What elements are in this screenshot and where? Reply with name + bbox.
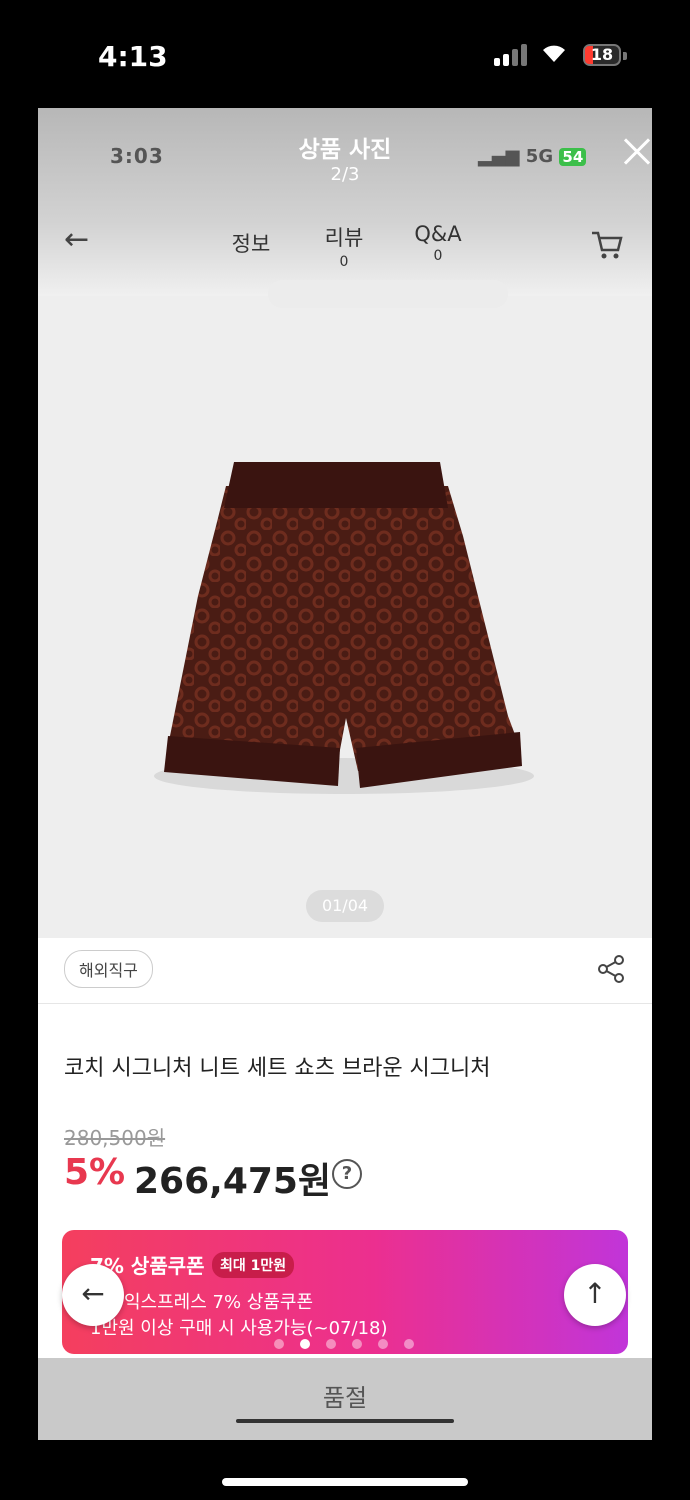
tab-reviews[interactable]: 리뷰 0	[304, 222, 384, 270]
image-page-indicator: 01/04	[306, 890, 384, 922]
carousel-dot[interactable]	[404, 1339, 414, 1349]
photo-viewer-title: 상품 사진	[298, 137, 392, 163]
app-screen: 3:03 ▂▄▆ 5G 54 상품 사진 2/3 ← 정보 리뷰 0 Q&A 0…	[38, 108, 652, 1440]
divider	[38, 1003, 652, 1004]
home-indicator	[222, 1478, 468, 1486]
tab-info[interactable]: 정보	[211, 228, 291, 258]
cellular-signal-icon	[494, 44, 528, 66]
tab-count: 0	[339, 254, 349, 270]
scroll-top-button[interactable]: ↑	[564, 1264, 626, 1326]
price-help-icon[interactable]: ?	[332, 1159, 362, 1189]
previous-arrow-button[interactable]: ←	[62, 1264, 124, 1326]
tab-label: Q&A	[414, 222, 462, 246]
wifi-icon	[540, 40, 568, 70]
search-bar-ghost	[268, 280, 508, 308]
tab-label: 정보	[231, 232, 271, 256]
product-title: 코치 시그니처 니트 세트 쇼츠 브라운 시그니처	[64, 1056, 491, 1081]
tab-qna[interactable]: Q&A 0	[398, 222, 478, 264]
discount-rate: 5%	[64, 1152, 126, 1193]
carousel-dot[interactable]	[274, 1339, 284, 1349]
soldout-button[interactable]: 품절	[38, 1358, 652, 1440]
coupon-description: 익스프레스 7% 상품쿠폰	[124, 1292, 314, 1313]
share-icon[interactable]	[596, 954, 626, 984]
tab-count: 0	[433, 248, 443, 264]
status-time: 4:13	[98, 40, 168, 73]
inner-home-indicator	[236, 1419, 454, 1423]
close-icon[interactable]	[622, 136, 652, 166]
knit-shorts-image	[154, 462, 534, 794]
overseas-tag-badge: 해외직구	[64, 950, 153, 988]
battery-level: 18	[590, 45, 614, 64]
photo-viewer-header: 3:03 ▂▄▆ 5G 54 상품 사진 2/3 ← 정보 리뷰 0 Q&A 0	[38, 108, 652, 308]
carousel-dot[interactable]	[352, 1339, 362, 1349]
cart-icon[interactable]	[590, 228, 624, 262]
tab-label: 리뷰	[324, 226, 364, 250]
coupon-carousel-dots	[274, 1334, 430, 1353]
carousel-dot[interactable]	[300, 1339, 310, 1349]
carousel-dot[interactable]	[378, 1339, 388, 1349]
original-price: 280,500원	[64, 1126, 166, 1150]
product-image-area[interactable]	[38, 296, 652, 938]
back-arrow-icon[interactable]: ←	[64, 222, 89, 257]
battery-icon: 18	[583, 44, 621, 66]
battery-cap	[623, 52, 627, 60]
sale-price: 266,475원	[134, 1161, 332, 1202]
photo-counter: 2/3	[330, 164, 360, 185]
carousel-dot[interactable]	[326, 1339, 336, 1349]
coupon-max-badge: 최대 1만원	[212, 1252, 295, 1278]
